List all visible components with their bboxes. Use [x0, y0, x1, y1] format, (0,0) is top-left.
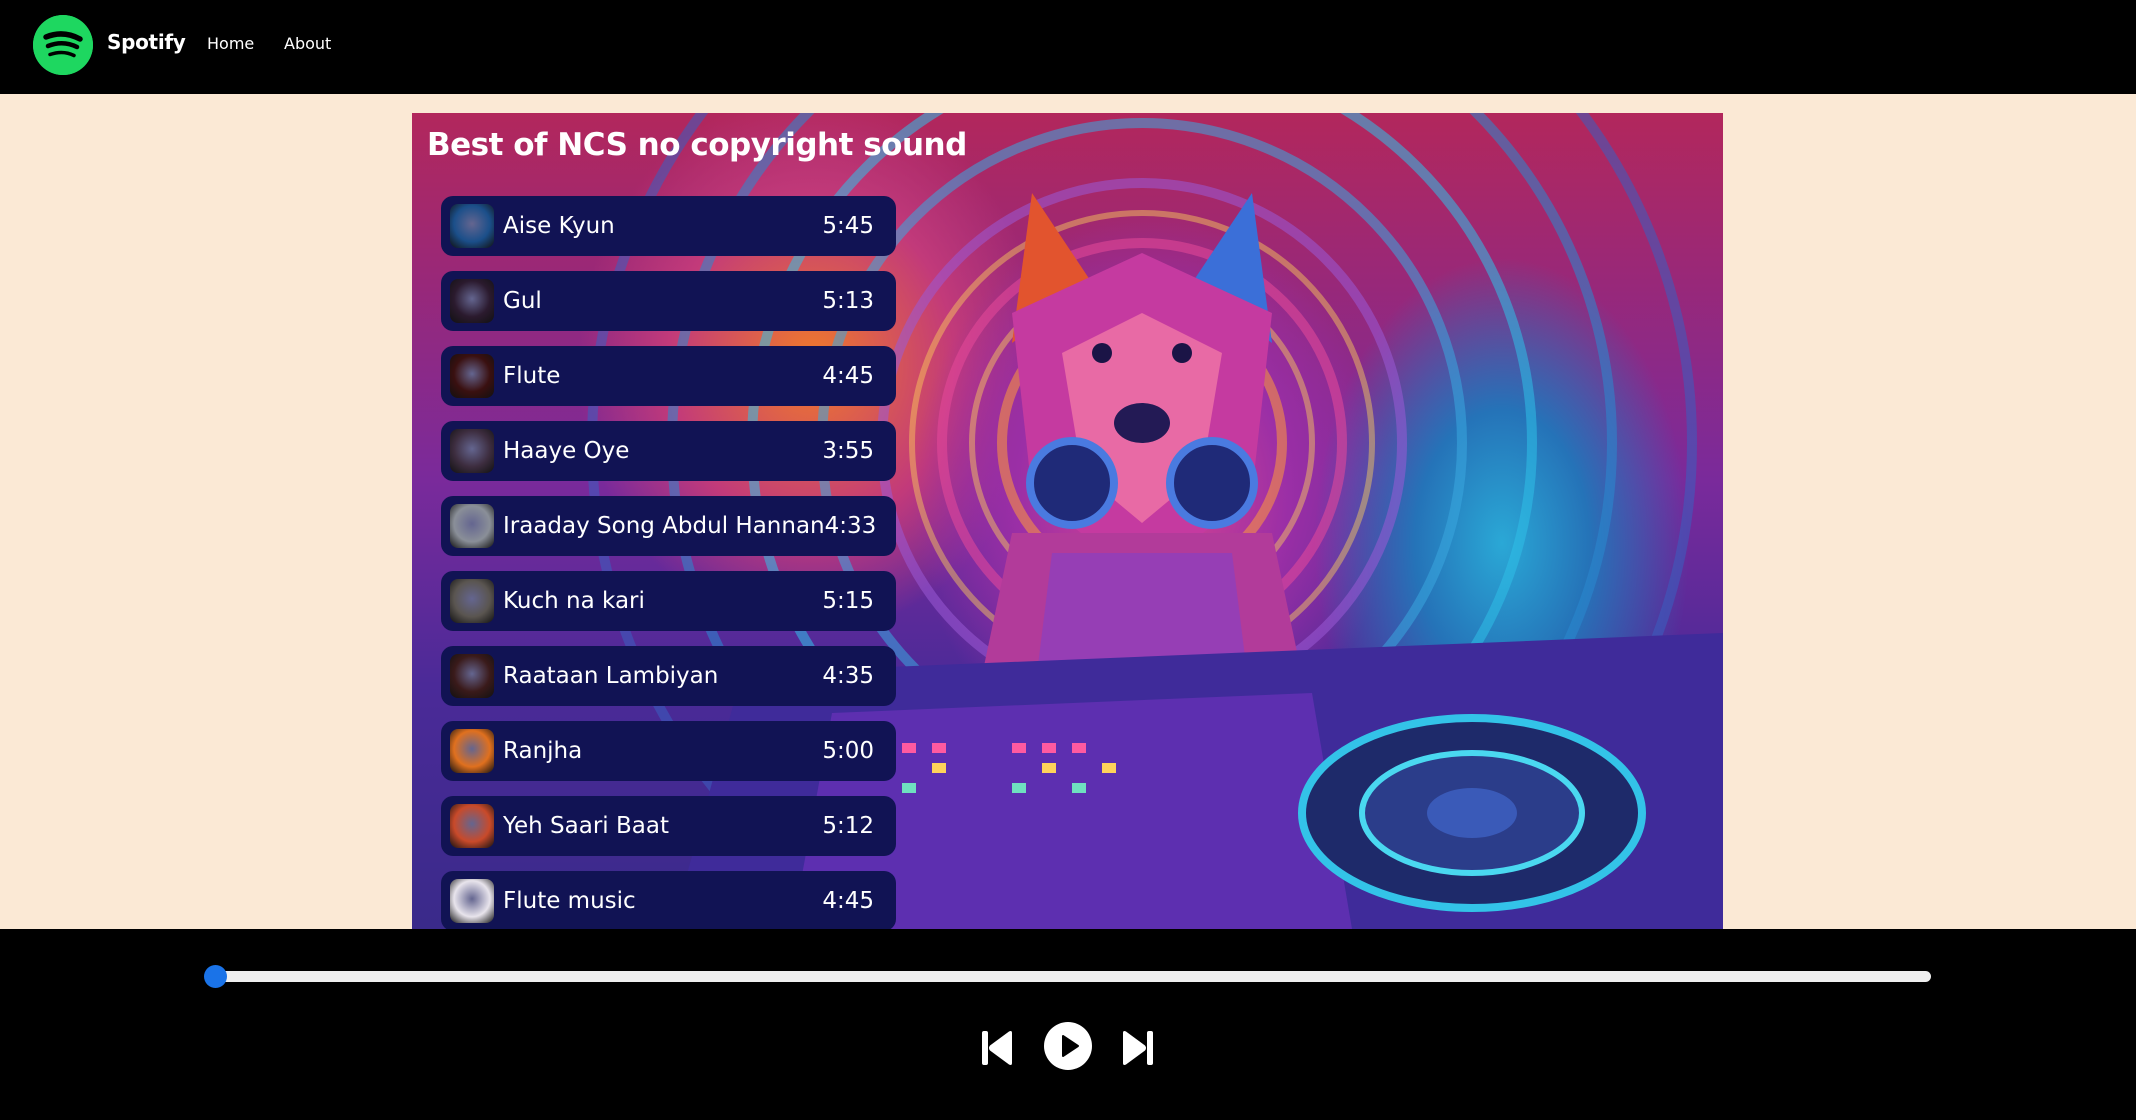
song-item[interactable]: Raataan Lambiyan 4:35: [441, 646, 896, 706]
song-duration: 4:45: [822, 363, 874, 389]
previous-button[interactable]: [980, 1029, 1014, 1067]
skip-next-icon: [1123, 1031, 1153, 1065]
song-item[interactable]: Flute 4:45: [441, 346, 896, 406]
song-item[interactable]: Flute music 4:45: [441, 871, 896, 929]
song-thumbnail-icon: [450, 879, 494, 923]
player-bar: [0, 929, 2136, 1120]
song-thumbnail-icon: [450, 654, 494, 698]
song-duration: 5:13: [822, 288, 874, 314]
play-button[interactable]: [1044, 1022, 1092, 1070]
song-duration: 4:33: [824, 513, 877, 539]
song-duration: 4:45: [822, 888, 874, 914]
song-item[interactable]: Aise Kyun 5:45: [441, 196, 896, 256]
song-duration: 4:35: [822, 663, 874, 689]
song-duration: 3:55: [822, 438, 874, 464]
song-name: Flute: [503, 363, 561, 389]
song-duration: 5:45: [822, 213, 874, 239]
song-item[interactable]: Gul 5:13: [441, 271, 896, 331]
playlist-banner: Best of NCS no copyright sound Aise Kyun…: [412, 113, 1723, 929]
song-item[interactable]: Iraaday Song Abdul Hannan 4:33: [441, 496, 896, 556]
brand-name: Spotify: [107, 30, 186, 54]
song-name: Raataan Lambiyan: [503, 663, 719, 689]
nav-link-home[interactable]: Home: [207, 34, 254, 53]
song-name: Kuch na kari: [503, 588, 645, 614]
spotify-logo-icon[interactable]: [33, 15, 93, 75]
song-item[interactable]: Haaye Oye 3:55: [441, 421, 896, 481]
play-circle-icon: [1044, 1022, 1092, 1070]
song-thumbnail-icon: [450, 279, 494, 323]
skip-previous-icon: [982, 1031, 1012, 1065]
playlist-title: Best of NCS no copyright sound: [427, 127, 967, 163]
progress-slider[interactable]: [207, 971, 1931, 982]
song-duration: 5:00: [822, 738, 874, 764]
song-name: Iraaday Song Abdul Hannan: [503, 513, 825, 539]
song-name: Flute music: [503, 888, 636, 914]
song-item[interactable]: Ranjha 5:00: [441, 721, 896, 781]
song-list: Aise Kyun 5:45 Gul 5:13 Flute 4:45 Haaye Oye 3:…: [441, 196, 896, 929]
song-name: Aise Kyun: [503, 213, 615, 239]
next-button[interactable]: [1121, 1029, 1155, 1067]
song-duration: 5:12: [822, 813, 874, 839]
song-thumbnail-icon: [450, 579, 494, 623]
nav-link-about[interactable]: About: [284, 34, 331, 53]
song-name: Ranjha: [503, 738, 583, 764]
song-name: Gul: [503, 288, 542, 314]
song-thumbnail-icon: [450, 729, 494, 773]
song-item[interactable]: Yeh Saari Baat 5:12: [441, 796, 896, 856]
song-thumbnail-icon: [450, 429, 494, 473]
song-thumbnail-icon: [450, 204, 494, 248]
song-thumbnail-icon: [450, 504, 494, 548]
song-duration: 5:15: [822, 588, 874, 614]
song-name: Haaye Oye: [503, 438, 630, 464]
navbar: Spotify Home About: [0, 0, 2136, 94]
song-thumbnail-icon: [450, 804, 494, 848]
progress-slider-thumb[interactable]: [204, 965, 227, 988]
song-thumbnail-icon: [450, 354, 494, 398]
song-item[interactable]: Kuch na kari 5:15: [441, 571, 896, 631]
song-name: Yeh Saari Baat: [503, 813, 669, 839]
